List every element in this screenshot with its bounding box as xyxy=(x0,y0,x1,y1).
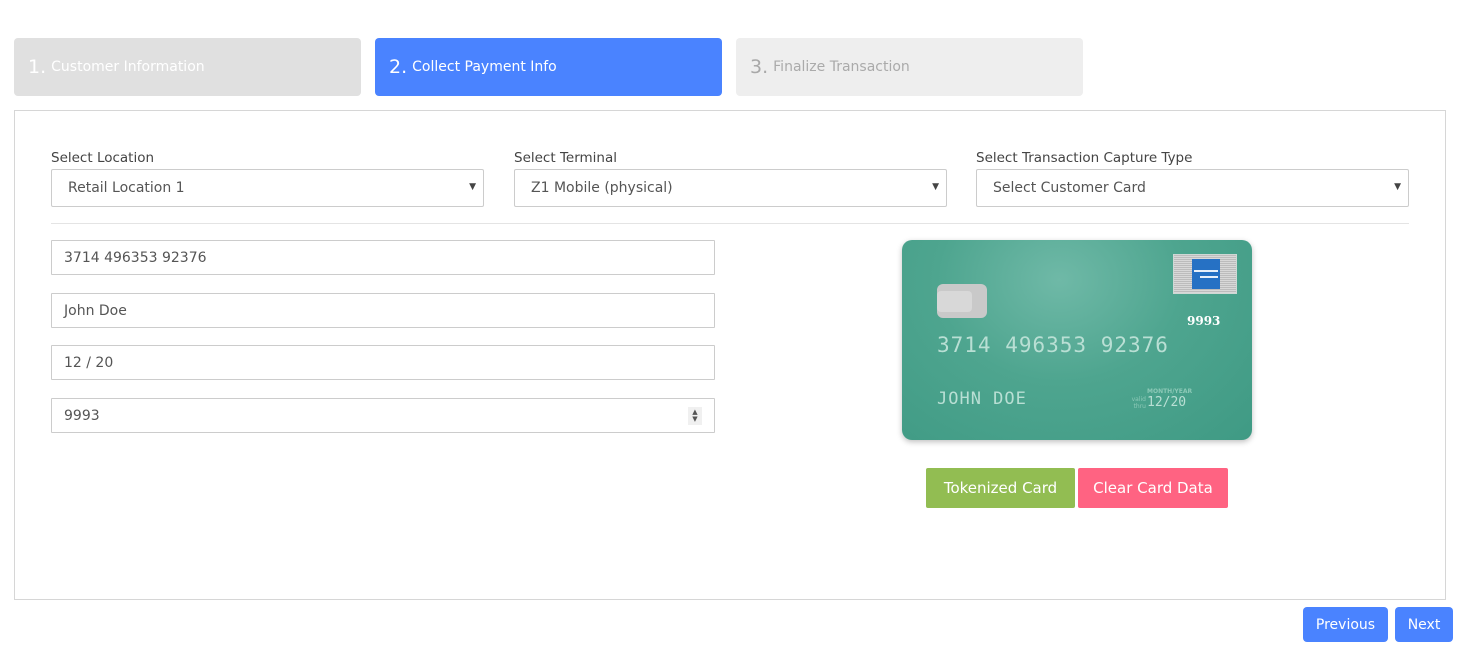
cvv-input[interactable]: 9993 ▲ ▼ xyxy=(51,398,715,433)
previous-button[interactable]: Previous xyxy=(1303,607,1388,642)
capture-type-group: Select Transaction Capture Type Select C… xyxy=(976,149,1409,207)
valid-thru-label: valid thru xyxy=(1131,396,1146,410)
card-preview-cvv: 9993 xyxy=(1187,314,1221,328)
terminal-label: Select Terminal xyxy=(514,150,617,166)
terminal-value: Z1 Mobile (physical) xyxy=(531,180,673,196)
step-finalize-transaction[interactable]: 3. Finalize Transaction xyxy=(736,38,1083,96)
card-number-value: 3714 496353 92376 xyxy=(64,249,207,266)
next-button[interactable]: Next xyxy=(1395,607,1453,642)
card-preview: 9993 3714 496353 92376 JOHN DOE valid th… xyxy=(902,240,1252,440)
chip-icon xyxy=(937,284,987,318)
step-number: 2. xyxy=(389,56,408,78)
location-select[interactable]: Retail Location 1 ▼ xyxy=(51,169,484,207)
capture-type-select[interactable]: Select Customer Card ▼ xyxy=(976,169,1409,207)
section-divider xyxy=(51,223,1409,224)
number-spinner[interactable]: ▲ ▼ xyxy=(688,407,702,425)
card-preview-name: JOHN DOE xyxy=(937,389,1027,409)
step-label: Finalize Transaction xyxy=(773,59,910,75)
clear-card-data-button[interactable]: Clear Card Data xyxy=(1078,468,1228,508)
capture-type-label: Select Transaction Capture Type xyxy=(976,150,1193,166)
chevron-down-icon: ▼ xyxy=(469,182,476,192)
capture-type-value: Select Customer Card xyxy=(993,180,1146,196)
location-value: Retail Location 1 xyxy=(68,180,185,196)
cvv-value: 9993 xyxy=(64,407,100,424)
step-collect-payment-info[interactable]: 2. Collect Payment Info xyxy=(375,38,722,96)
expiry-value: 12 / 20 xyxy=(64,354,114,371)
chevron-down-icon: ▼ xyxy=(1394,182,1401,192)
arrow-down-icon[interactable]: ▼ xyxy=(692,416,697,423)
expiry-input[interactable]: 12 / 20 xyxy=(51,345,715,380)
amex-logo-icon xyxy=(1173,254,1237,294)
month-year-label: MONTH/YEAR xyxy=(1147,388,1193,395)
chevron-down-icon: ▼ xyxy=(932,182,939,192)
cardholder-name-input[interactable]: John Doe xyxy=(51,293,715,328)
card-preview-expiry: 12/20 xyxy=(1147,395,1187,410)
step-customer-information[interactable]: 1. Customer Information xyxy=(14,38,361,96)
step-label: Collect Payment Info xyxy=(412,59,557,75)
card-number-input[interactable]: 3714 496353 92376 xyxy=(51,240,715,275)
wizard-steps: 1. Customer Information 2. Collect Payme… xyxy=(14,38,1083,96)
tokenized-card-button[interactable]: Tokenized Card xyxy=(926,468,1075,508)
terminal-group: Select Terminal Z1 Mobile (physical) ▼ xyxy=(514,149,947,207)
step-number: 1. xyxy=(28,56,47,78)
cardholder-name-value: John Doe xyxy=(64,302,127,319)
step-label: Customer Information xyxy=(51,59,205,75)
card-preview-number: 3714 496353 92376 xyxy=(937,333,1169,357)
location-group: Select Location Retail Location 1 ▼ xyxy=(51,149,484,207)
step-number: 3. xyxy=(750,56,769,78)
location-label: Select Location xyxy=(51,150,155,166)
payment-panel: Select Location Retail Location 1 ▼ Sele… xyxy=(14,110,1446,600)
terminal-select[interactable]: Z1 Mobile (physical) ▼ xyxy=(514,169,947,207)
